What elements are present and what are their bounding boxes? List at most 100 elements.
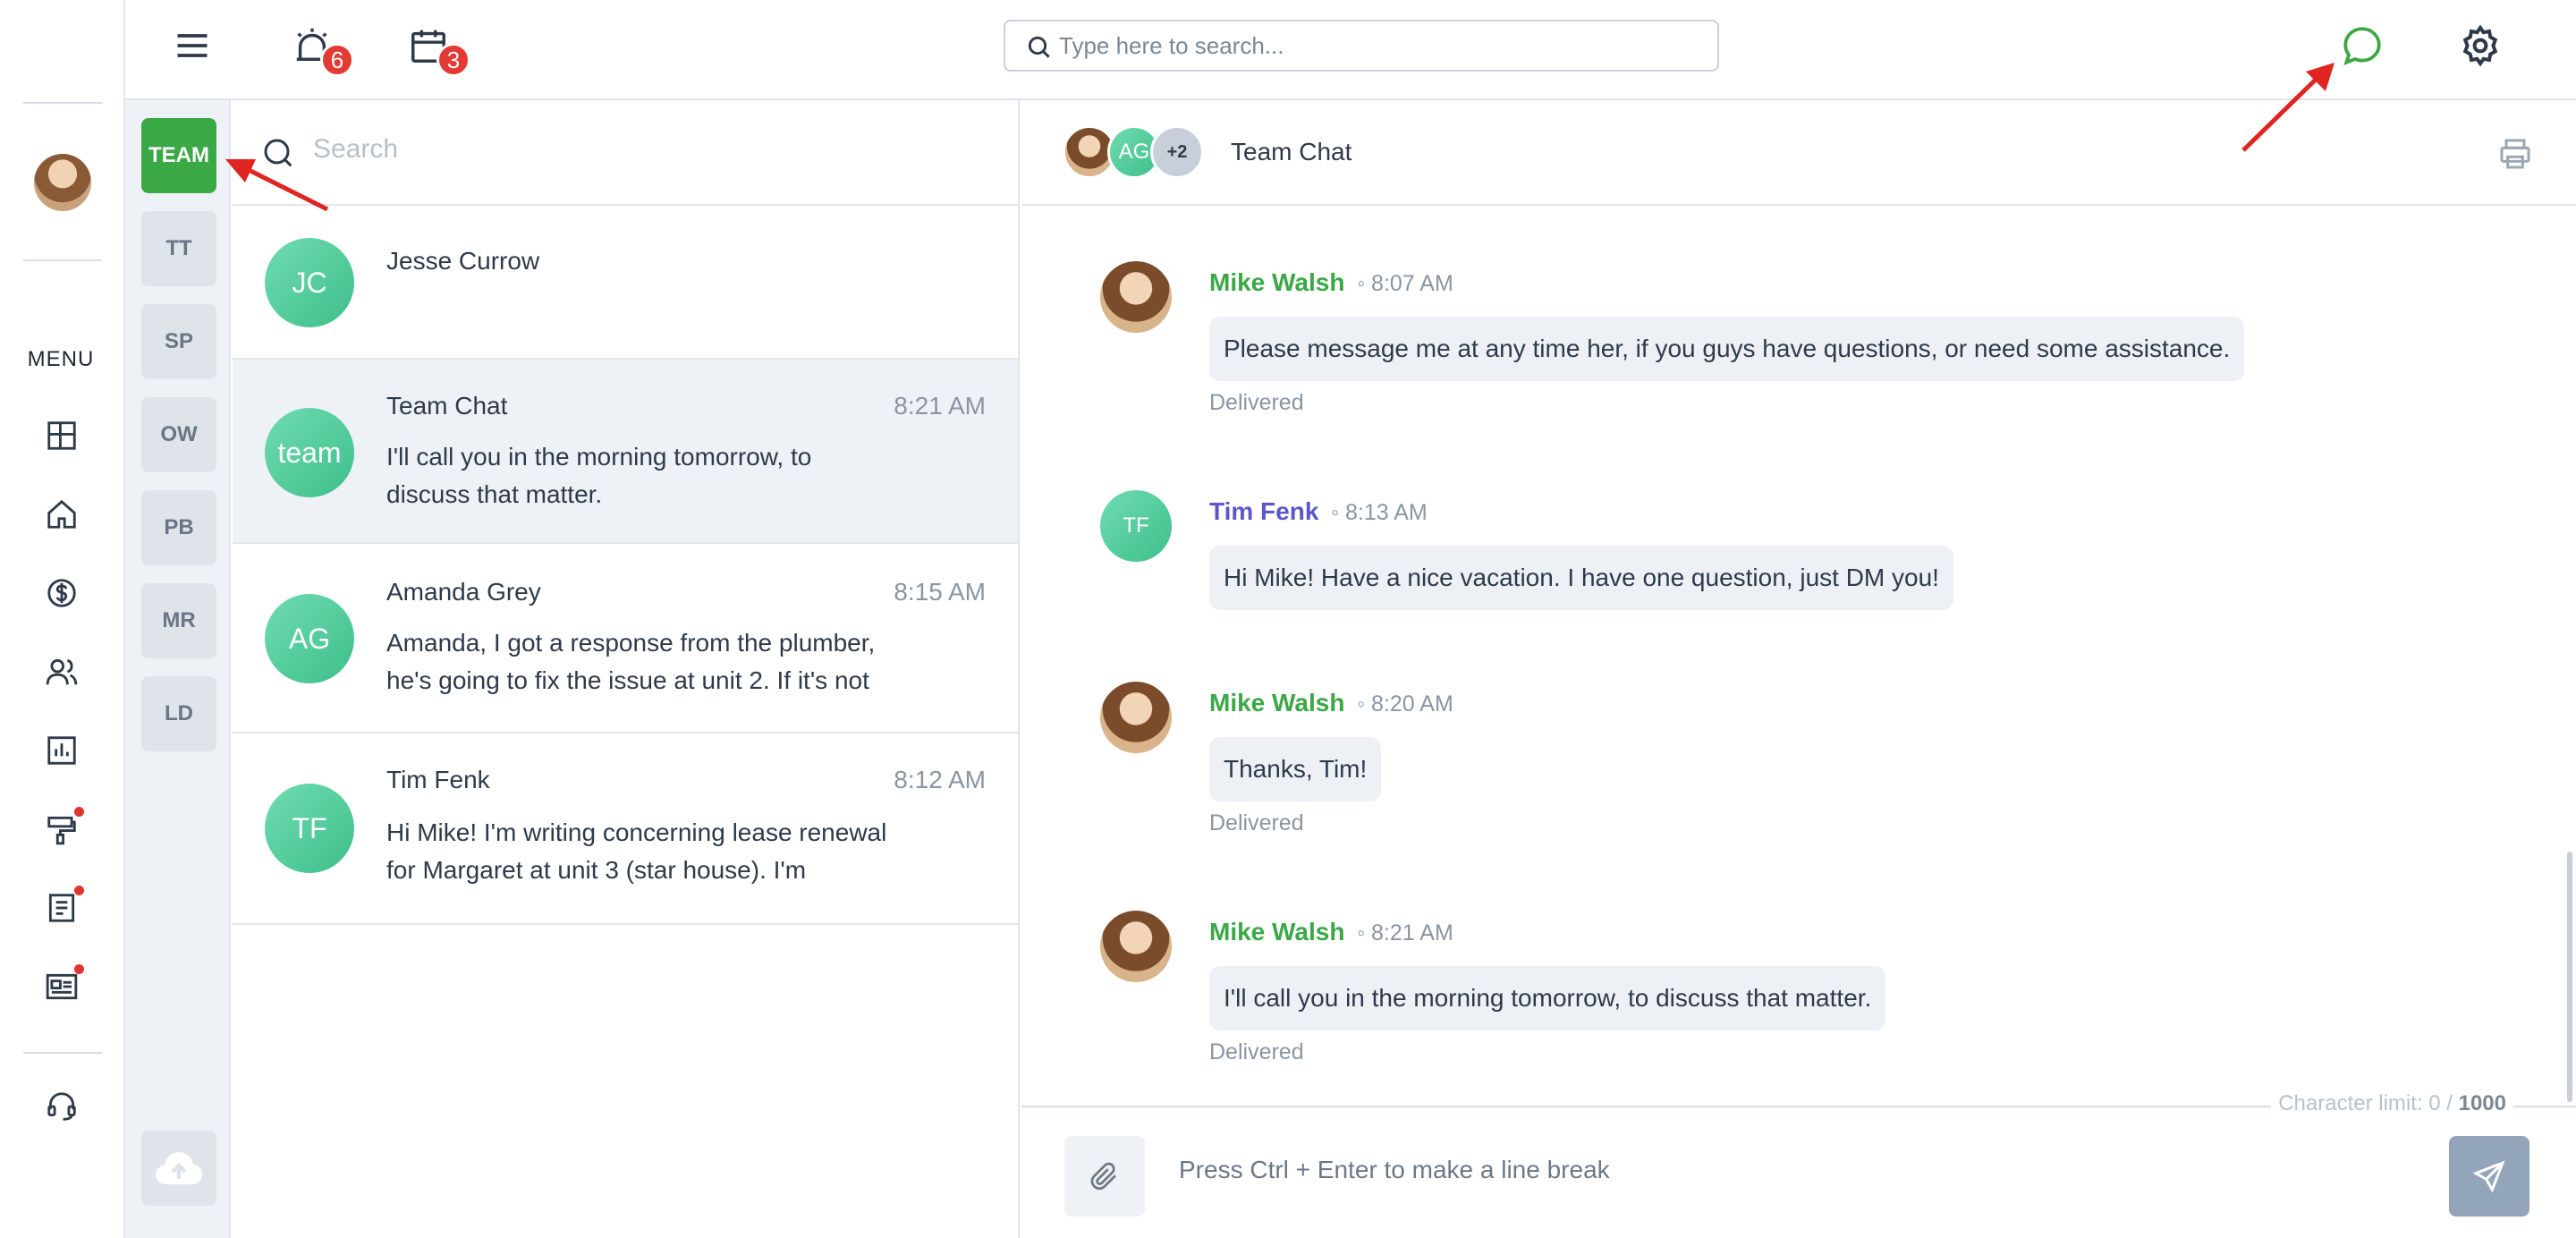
conversation-time: 8:12 AM [894, 766, 986, 793]
notification-dot [74, 964, 84, 974]
conversation-list: JC Jesse Currow team Team Chat 8:21 AM I… [233, 100, 1020, 1238]
settings-gear-icon[interactable] [2458, 23, 2503, 68]
calendar-badge: 3 [436, 43, 470, 77]
group-tab-ow[interactable]: OW [141, 397, 216, 472]
message-time: ◦ 8:07 AM [1357, 271, 1453, 296]
send-button[interactable] [2449, 1136, 2529, 1217]
sender-name: Tim Fenk [1209, 497, 1319, 525]
left-nav: MENU [0, 0, 125, 1238]
message-time: ◦ 8:13 AM [1331, 500, 1428, 525]
message: Mike Walsh ◦ 8:07 AM Please message me a… [1100, 261, 2352, 415]
search-icon [1028, 36, 1050, 58]
group-tab-team[interactable]: TEAM [141, 118, 216, 193]
character-limit-max: 1000 [2458, 1091, 2506, 1115]
sender-avatar [1100, 682, 1172, 753]
people-icon[interactable] [45, 655, 79, 689]
conversation-avatar: TF [265, 784, 354, 873]
more-participants-badge[interactable]: +2 [1150, 125, 1204, 179]
message-bubble: Thanks, Tim! [1209, 737, 1382, 801]
conversation-name: Amanda Grey [386, 578, 541, 606]
message-time: ◦ 8:20 AM [1357, 691, 1453, 717]
paperclip-icon [1090, 1162, 1116, 1191]
group-tab-pb[interactable]: PB [141, 490, 216, 565]
app: MENU 6 3 Type here to search... TEAM TT … [0, 0, 2576, 1238]
message-input[interactable] [1179, 1156, 2431, 1184]
top-header: 6 3 [125, 0, 2576, 100]
conversation-avatar: team [265, 408, 354, 497]
sender-name: Mike Walsh [1209, 689, 1345, 717]
alarm-icon[interactable]: 6 [290, 23, 354, 77]
message-time: ◦ 8:21 AM [1357, 920, 1453, 945]
conversation-name: Jesse Currow [386, 247, 540, 275]
attach-button[interactable] [1064, 1136, 1145, 1217]
upload-button[interactable] [141, 1131, 216, 1206]
listing-icon[interactable] [45, 964, 84, 1004]
home-icon[interactable] [45, 497, 79, 531]
sender-avatar [1100, 261, 1172, 333]
sender-line: Mike Walsh ◦ 8:07 AM [1209, 268, 1453, 297]
sender-line: Mike Walsh ◦ 8:21 AM [1209, 918, 1453, 946]
conversation-preview: Hi Mike! I'm writing concerning lease re… [386, 818, 887, 884]
message-bubble: Hi Mike! Have a nice vacation. I have on… [1209, 546, 1953, 610]
sender-line: Tim Fenk ◦ 8:13 AM [1209, 497, 1428, 526]
annotation-arrow [2241, 63, 2334, 152]
divider [23, 1052, 102, 1054]
delivery-status: Delivered [1209, 1039, 1304, 1064]
chat-bubble-icon[interactable] [2340, 23, 2385, 68]
support-headset-icon[interactable] [45, 1090, 79, 1124]
global-search-input[interactable] [1059, 31, 1717, 60]
message-bubble: I'll call you in the morning tomorrow, t… [1209, 966, 1886, 1030]
conversation-item[interactable]: AG Amanda Grey 8:15 AM Amanda, I got a r… [233, 544, 1018, 733]
dollar-icon[interactable] [45, 576, 79, 610]
conversation-item[interactable]: JC Jesse Currow [233, 206, 1018, 360]
group-tab-tt[interactable]: TT [141, 211, 216, 286]
conversation-item-selected[interactable]: team Team Chat 8:21 AM I'll call you in … [233, 360, 1018, 544]
menu-label: MENU [27, 347, 95, 371]
annotation-arrow [225, 159, 329, 212]
message: Mike Walsh ◦ 8:20 AM Thanks, Tim! Delive… [1100, 682, 2352, 843]
reports-icon[interactable] [45, 733, 79, 767]
conversation-avatar: JC [265, 238, 354, 327]
conversation-search[interactable] [233, 100, 1018, 206]
send-icon [2472, 1160, 2505, 1193]
maintenance-icon[interactable] [45, 807, 84, 846]
conversation-avatar: AG [265, 594, 354, 683]
message-bubble: Please message me at any time her, if yo… [1209, 317, 2245, 381]
notification-dot [74, 886, 84, 895]
sender-avatar: TF [1100, 490, 1172, 562]
sender-avatar [1100, 911, 1172, 982]
alarm-badge: 6 [320, 43, 354, 77]
document-icon[interactable] [45, 886, 84, 925]
character-limit: Character limit: 0 / 1000 [2271, 1091, 2513, 1116]
group-tabs: TEAM TT SP OW PB MR LD [125, 100, 231, 1238]
character-limit-label: Character limit: 0 / [2278, 1091, 2459, 1115]
conversation-name: Team Chat [386, 392, 508, 420]
notification-dot [74, 807, 84, 817]
sender-name: Mike Walsh [1209, 268, 1345, 296]
delivery-status: Delivered [1209, 810, 1304, 835]
divider [23, 102, 102, 104]
conversation-time: 8:15 AM [894, 578, 986, 606]
sender-line: Mike Walsh ◦ 8:20 AM [1209, 689, 1453, 717]
print-icon[interactable] [2497, 136, 2533, 176]
cloud-upload-icon [156, 1152, 202, 1184]
group-tab-ld[interactable]: LD [141, 676, 216, 751]
group-tab-sp[interactable]: SP [141, 304, 216, 379]
chat-panel: AG +2 Team Chat Mike Walsh ◦ 8:07 AM Ple… [1021, 100, 2576, 1238]
dashboard-icon[interactable] [45, 419, 79, 453]
group-tab-mr[interactable]: MR [141, 583, 216, 658]
sender-name: Mike Walsh [1209, 918, 1345, 945]
user-avatar[interactable] [34, 154, 91, 211]
calendar-icon[interactable]: 3 [406, 23, 470, 77]
divider [23, 259, 102, 261]
chat-scrollbar[interactable] [2567, 852, 2572, 1102]
hamburger-menu-icon[interactable] [170, 23, 215, 68]
conversation-search-input[interactable] [313, 134, 939, 165]
message: Mike Walsh ◦ 8:21 AM I'll call you in th… [1100, 911, 2352, 1072]
conversation-preview: Amanda, I got a response from the plumbe… [386, 629, 876, 694]
conversation-item[interactable]: TF Tim Fenk 8:12 AM Hi Mike! I'm writing… [233, 733, 1018, 925]
global-search[interactable] [1004, 20, 1719, 72]
conversation-name: Tim Fenk [386, 766, 490, 793]
chat-title: Team Chat [1231, 138, 1352, 165]
delivery-status: Delivered [1209, 390, 1304, 415]
